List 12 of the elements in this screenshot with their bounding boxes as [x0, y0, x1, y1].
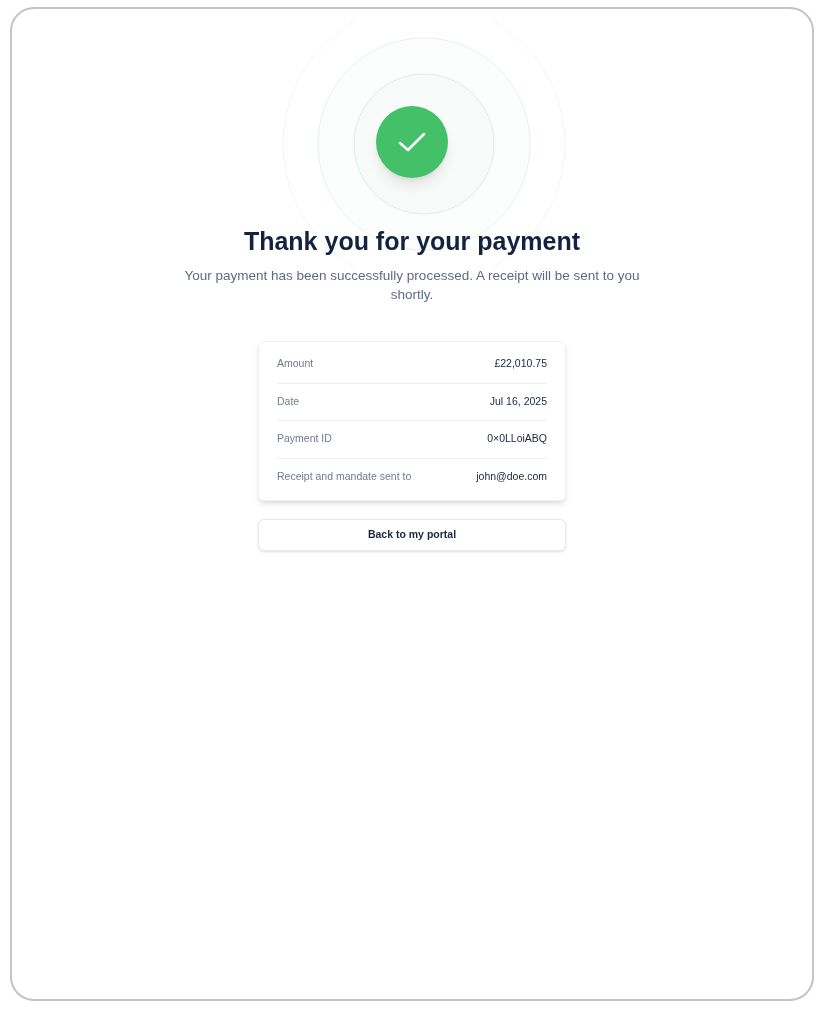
detail-value: 0×0LLoiABQ [487, 431, 547, 447]
detail-label: Date [277, 393, 300, 409]
detail-value: john@doe.com [476, 469, 547, 485]
page-title: Thank you for your payment [243, 226, 581, 256]
detail-value: Jul 16, 2025 [489, 393, 547, 409]
back-to-portal-button[interactable]: Back to my portal [258, 519, 566, 551]
detail-label: Amount [277, 356, 314, 372]
check-icon [398, 131, 426, 153]
detail-label: Payment ID [277, 431, 332, 447]
detail-label: Receipt and mandate sent to [277, 469, 412, 485]
confirmation-message: Your payment has been successfully processed. A receipt will be sent to you shortly. [183, 267, 641, 304]
detail-value: £22,010.75 [494, 356, 547, 372]
